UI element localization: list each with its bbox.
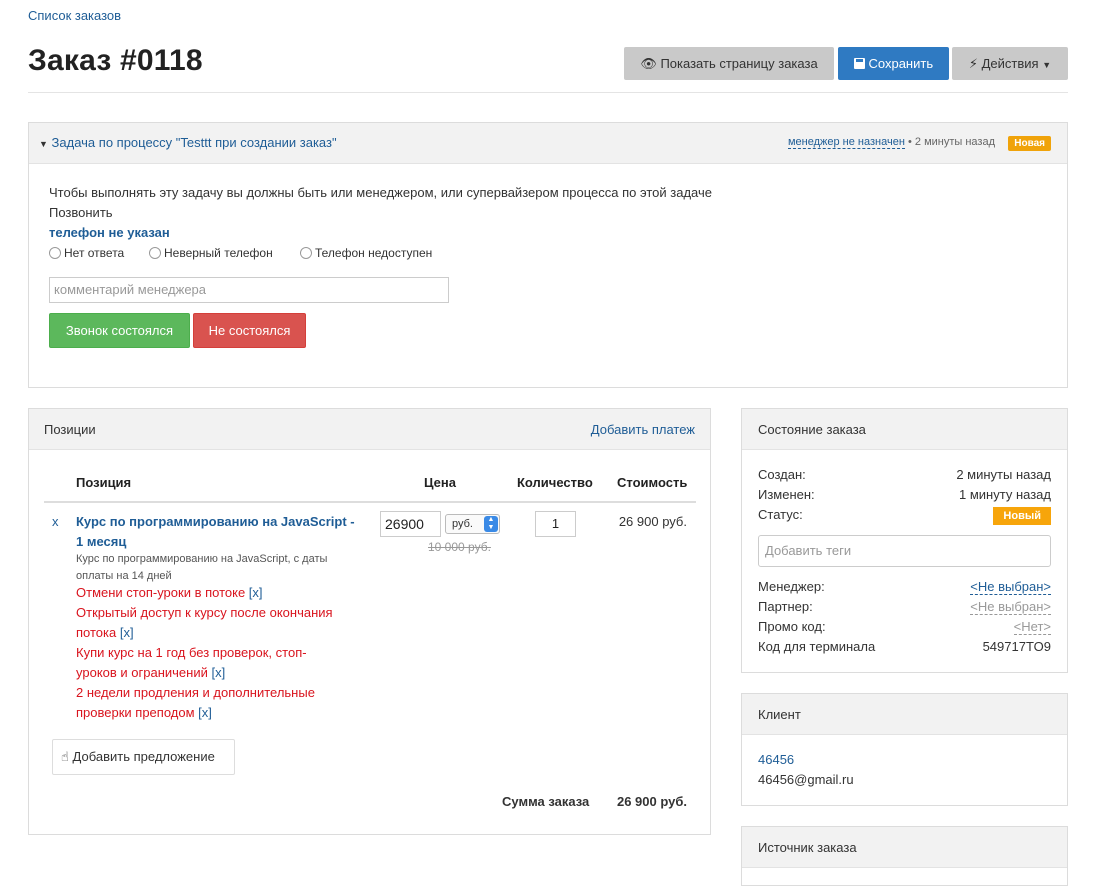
column-header-cost: Стоимость [617, 475, 688, 490]
task-panel: ▼ Задача по процессу "Testtt при создани… [28, 122, 1068, 388]
task-panel-header: ▼ Задача по процессу "Testtt при создани… [29, 123, 1067, 164]
caret-down-icon: ▼ [39, 139, 48, 149]
order-total-value: 26 900 руб. [616, 794, 687, 809]
call-done-button[interactable]: Звонок состоялся [49, 313, 190, 348]
add-offer-button[interactable]: ☝︎ Добавить предложение [52, 739, 235, 775]
task-action: Позвонить [49, 205, 113, 220]
show-order-page-button[interactable]: 👁 Показать страницу заказа [624, 47, 834, 80]
promo-row: Промо код: <Нет> [758, 619, 1051, 635]
table-header-divider [44, 501, 696, 503]
remove-option-button[interactable]: [x] [211, 665, 225, 680]
radio-phone-unavailable[interactable]: Телефон недоступен [300, 246, 432, 260]
client-header: Клиент [742, 694, 1067, 735]
remove-item-button[interactable]: x [52, 514, 59, 529]
order-source-panel: Источник заказа [741, 826, 1068, 886]
item-options-list: Отмени стоп-уроки в потоке [x] Открытый … [76, 583, 376, 723]
add-payment-link[interactable]: Добавить платеж [591, 422, 695, 437]
radio-no-answer[interactable]: Нет ответа [49, 246, 124, 260]
task-status-badge: Новая [1008, 136, 1051, 151]
quantity-input[interactable]: 1 [535, 511, 576, 537]
task-manager-link[interactable]: менеджер не назначен [787, 136, 905, 149]
status-row: Статус: Новый [758, 507, 1051, 527]
add-tags-input[interactable]: Добавить теги [758, 535, 1051, 567]
order-state-header: Состояние заказа [742, 409, 1067, 450]
partner-row: Партнер: <Не выбран> [758, 599, 1051, 615]
created-row: Создан: 2 минуты назад [758, 467, 1051, 482]
updown-icon: ▲ ▼ [484, 516, 498, 532]
header-divider [28, 92, 1068, 93]
positions-title: Позиции [44, 422, 96, 437]
task-notice: Чтобы выполнять эту задачу вы должны быт… [49, 185, 712, 200]
order-source-header: Источник заказа [742, 827, 1067, 868]
client-panel: Клиент 46456 46456@gmail.ru [741, 693, 1068, 806]
client-email: 46456@gmail.ru [758, 772, 854, 787]
remove-option-button[interactable]: [x] [198, 705, 212, 720]
client-title: Клиент [758, 707, 801, 722]
positions-panel: Позиции Добавить платеж Позиция Цена Кол… [28, 408, 711, 835]
column-header-price: Цена [424, 475, 456, 490]
manager-row: Менеджер: <Не выбран> [758, 579, 1051, 595]
item-name-link[interactable]: Курс по программированию на JavaScript -… [76, 512, 376, 552]
item-description: Курс по программированию на JavaScript, … [76, 553, 328, 582]
task-phone: телефон не указан [49, 225, 170, 240]
old-price: 10 000 руб. [428, 540, 491, 554]
item-option: 2 недели продления и дополнительные пров… [76, 685, 315, 720]
promo-code-link[interactable]: <Нет> [1013, 619, 1051, 635]
changed-row: Изменен: 1 минуту назад [758, 487, 1051, 502]
item-option: Купи курс на 1 год без проверок, стоп- у… [76, 645, 307, 680]
hand-pointer-icon: ☝︎ [61, 749, 69, 764]
order-source-title: Источник заказа [758, 840, 857, 855]
price-input[interactable]: 26900 [380, 511, 441, 537]
remove-option-button[interactable]: [x] [249, 585, 263, 600]
order-total-label: Сумма заказа [502, 794, 590, 809]
caret-down-icon: ▼ [1042, 60, 1052, 70]
task-time: • 2 минуты назад [907, 136, 995, 148]
lightning-icon: ⚡︎ [968, 56, 978, 71]
breadcrumb-orders-list[interactable]: Список заказов [28, 8, 121, 23]
terminal-row: Код для терминала 549717TO9 [758, 639, 1051, 654]
page-title: Заказ #0118 [28, 44, 203, 77]
task-meta: менеджер не назначен • 2 минуты назад [787, 136, 995, 149]
order-state-panel: Состояние заказа Создан: 2 минуты назад … [741, 408, 1068, 673]
save-button[interactable]: Сохранить [838, 47, 949, 80]
column-header-position: Позиция [76, 475, 132, 490]
client-name-link[interactable]: 46456 [758, 752, 794, 767]
currency-select[interactable]: руб. ▲ ▼ [445, 514, 500, 534]
radio-circle[interactable] [300, 247, 312, 259]
item-option: Отмени стоп-уроки в потоке [x] [76, 585, 263, 600]
item-option: Открытый доступ к курсу после окончания … [76, 605, 333, 640]
order-state-title: Состояние заказа [758, 422, 866, 437]
column-header-quantity: Количество [517, 475, 593, 490]
radio-circle[interactable] [49, 247, 61, 259]
manager-comment-input[interactable]: комментарий менеджера [49, 277, 449, 303]
floppy-icon [853, 58, 865, 69]
call-failed-button[interactable]: Не состоялся [193, 313, 306, 348]
manager-select-link[interactable]: <Не выбран> [970, 579, 1051, 595]
status-badge[interactable]: Новый [993, 507, 1051, 525]
radio-circle[interactable] [149, 247, 161, 259]
eye-icon: 👁 [640, 56, 657, 71]
remove-option-button[interactable]: [x] [120, 625, 134, 640]
actions-dropdown[interactable]: ⚡︎ Действия ▼ [952, 47, 1068, 80]
task-toggle-link[interactable]: ▼ Задача по процессу "Testtt при создани… [39, 135, 337, 150]
item-cost: 26 900 руб. [618, 514, 687, 529]
positions-panel-header: Позиции Добавить платеж [29, 409, 710, 450]
radio-wrong-phone[interactable]: Неверный телефон [149, 246, 273, 260]
partner-select-link[interactable]: <Не выбран> [970, 599, 1051, 615]
